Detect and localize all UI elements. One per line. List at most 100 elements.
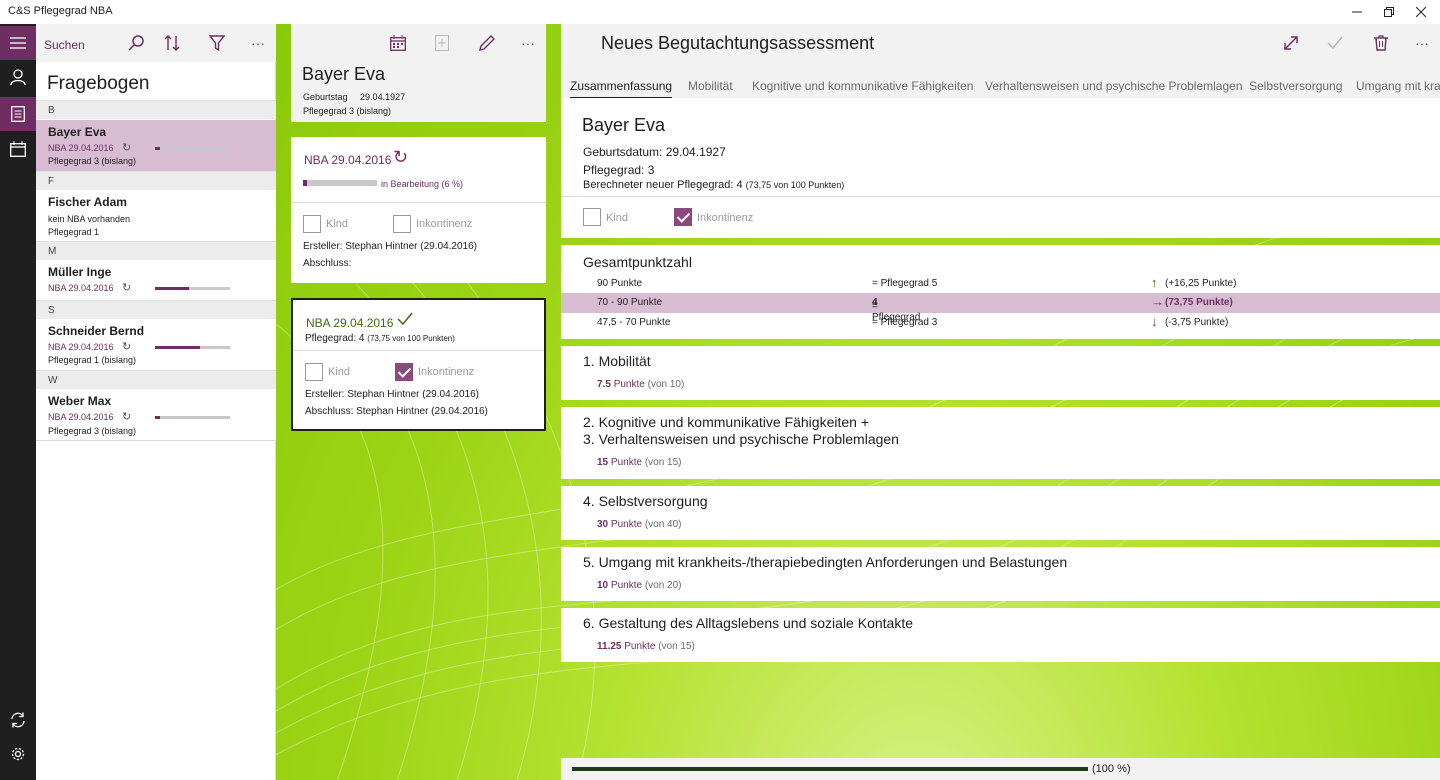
checkmark-icon [397,312,413,326]
expand-button[interactable] [1280,32,1302,54]
group-header: B [36,100,276,119]
kind-label: Kind [328,366,351,378]
gesamtpunktzahl-section: Gesamtpunktzahl 90 Punkte = Pflegegrad 5… [561,245,1440,339]
filter-icon [209,35,225,51]
patient-name: Bayer Eva [48,125,107,139]
filter-button[interactable] [206,32,228,54]
kind-checkbox[interactable] [583,208,601,226]
pflegegrad-text: Pflegegrad: 3 [583,163,655,177]
in-progress-icon: ↻ [122,341,132,353]
delete-button[interactable] [1370,32,1392,54]
tab-umgang[interactable]: Umgang mit kra [1356,79,1440,93]
points-text: 10 Punkte (von 20) [597,580,682,591]
patient-name: Bayer Eva [302,64,386,84]
kind-checkbox[interactable] [303,215,321,233]
tab-zusammenfassung[interactable]: Zusammenfassung [570,79,673,98]
completion-bar: (100 %) [561,758,1440,780]
nba-card-completed[interactable]: NBA 29.04.2016 Pflegegrad: 4 (73,75 von … [291,298,546,431]
pflegegrad-text: Pflegegrad 1 (bislang) [48,355,137,365]
geburtsdatum-text: Geburtsdatum: 29.04.1927 [583,145,726,159]
tab-kognitive[interactable]: Kognitive und kommunikative Fähigkeiten [752,79,973,93]
menu-icon [10,37,26,49]
more-button[interactable]: ··· [247,32,269,54]
add-nba-button[interactable] [431,32,453,54]
tab-selbstversorgung[interactable]: Selbstversorgung [1249,79,1342,93]
close-button[interactable] [1398,0,1440,24]
patient-name: Bayer Eva [582,115,666,135]
list-item[interactable]: Fischer Adam kein NBA vorhanden Pflegegr… [36,190,276,241]
sort-button[interactable] [161,32,183,54]
confirm-button[interactable] [1324,32,1346,54]
edit-button[interactable] [476,32,498,54]
more-icon: ··· [521,35,535,51]
kind-label: Kind [326,218,349,230]
inkontinenz-checkbox[interactable] [393,215,411,233]
patient-name: Fischer Adam [48,195,127,209]
schedule-button[interactable] [387,32,409,54]
more-button[interactable]: ··· [1411,32,1433,54]
arrow-right-icon: → [1151,294,1164,309]
close-icon [1416,7,1426,17]
calendar-icon [10,141,26,157]
nba-title: NBA 29.04.2016 [306,316,394,330]
app-title: C&S Pflegegrad NBA [8,5,113,17]
nav-patients-button[interactable] [0,60,36,94]
nba-title: NBA 29.04.2016 [304,153,392,167]
progress-bar [572,767,1088,771]
kind-checkbox[interactable] [305,363,323,381]
patient-header: Bayer Eva Geburtstag 29.04.1927 Pflegegr… [291,62,546,122]
pflegegrad-text: Pflegegrad 1 [48,227,100,237]
section-alltagsleben[interactable]: 6. Gestaltung des Alltagslebens und sozi… [561,608,1440,662]
list-item[interactable]: Bayer Eva NBA 29.04.2016 ↻ Pflegegrad 3 … [36,120,276,171]
list-heading: Fragebogen [47,73,150,94]
nav-calendar-button[interactable] [0,132,36,166]
abschluss-text: Abschluss: Stephan Hintner (29.04.2016) [305,406,488,417]
edit-icon [479,35,495,51]
section-umgang[interactable]: 5. Umgang mit krankheits-/therapiebeding… [561,547,1440,601]
expand-icon [1284,36,1298,50]
no-nba-text: kein NBA vorhanden [48,214,131,224]
pflegegrad-text: Pflegegrad 3 (bislang) [48,156,137,166]
arrow-down-icon: ↓ [1151,314,1158,329]
inkontinenz-checkbox[interactable] [395,363,413,381]
title-bar: C&S Pflegegrad NBA [0,0,1440,24]
points-text: 7.5 Punkte (von 10) [597,379,685,390]
search-button[interactable] [125,32,147,54]
sync-button[interactable] [0,703,36,737]
list-item[interactable]: Weber Max NBA 29.04.2016 ↻ Pflegegrad 3 … [36,389,276,441]
progress-bar [155,416,230,419]
inkontinenz-checkbox[interactable] [674,208,692,226]
navigation-rail [0,24,36,780]
minimize-icon [1352,11,1362,13]
section-selbstversorgung[interactable]: 4. Selbstversorgung 30 Punkte (von 40) [561,486,1440,540]
arrow-up-icon: ↑ [1151,275,1158,290]
add-icon [435,35,449,51]
trash-icon [1374,35,1388,51]
tab-mobilitaet[interactable]: Mobilität [688,79,733,93]
progress-bar [155,287,230,290]
search-label[interactable]: Suchen [44,38,85,52]
in-progress-icon: ↻ [393,147,409,167]
patient-name: Müller Inge [48,265,112,279]
nba-date: NBA 29.04.2016 [48,412,114,422]
kind-label: Kind [606,212,629,224]
detail-toolbar: ··· [291,24,546,62]
nav-questionnaire-button[interactable] [0,97,36,131]
settings-button[interactable] [0,737,36,771]
page-title: Neues Begutachtungsassessment [601,33,875,53]
berechneter-pflegegrad: Berechneter neuer Pflegegrad: 4 (73,75 v… [583,179,845,191]
list-item[interactable]: Schneider Bernd NBA 29.04.2016 ↻ Pflegeg… [36,319,276,370]
more-button[interactable]: ··· [517,32,539,54]
nba-card-in-progress[interactable]: NBA 29.04.2016 ↻ in Bearbeitung (6 %) Ki… [291,137,546,283]
points-text: 15 Punkte (von 15) [597,457,682,468]
calendar-icon [390,35,406,51]
list-item[interactable]: Müller Inge NBA 29.04.2016 ↻ [36,260,276,300]
section-mobilitaet[interactable]: 1. Mobilität 7.5 Punkte (von 10) [561,346,1440,400]
tab-verhaltensweisen[interactable]: Verhaltensweisen und psychische Probleml… [985,79,1243,93]
section-kognitive-verhalten[interactable]: 2. Kognitive und kommunikative Fähigkeit… [561,407,1440,479]
group-header: S [36,300,276,319]
search-icon [128,35,144,51]
inkontinenz-label: Inkontinenz [697,212,754,224]
group-header: F [36,171,276,190]
hamburger-menu-button[interactable] [0,26,36,60]
